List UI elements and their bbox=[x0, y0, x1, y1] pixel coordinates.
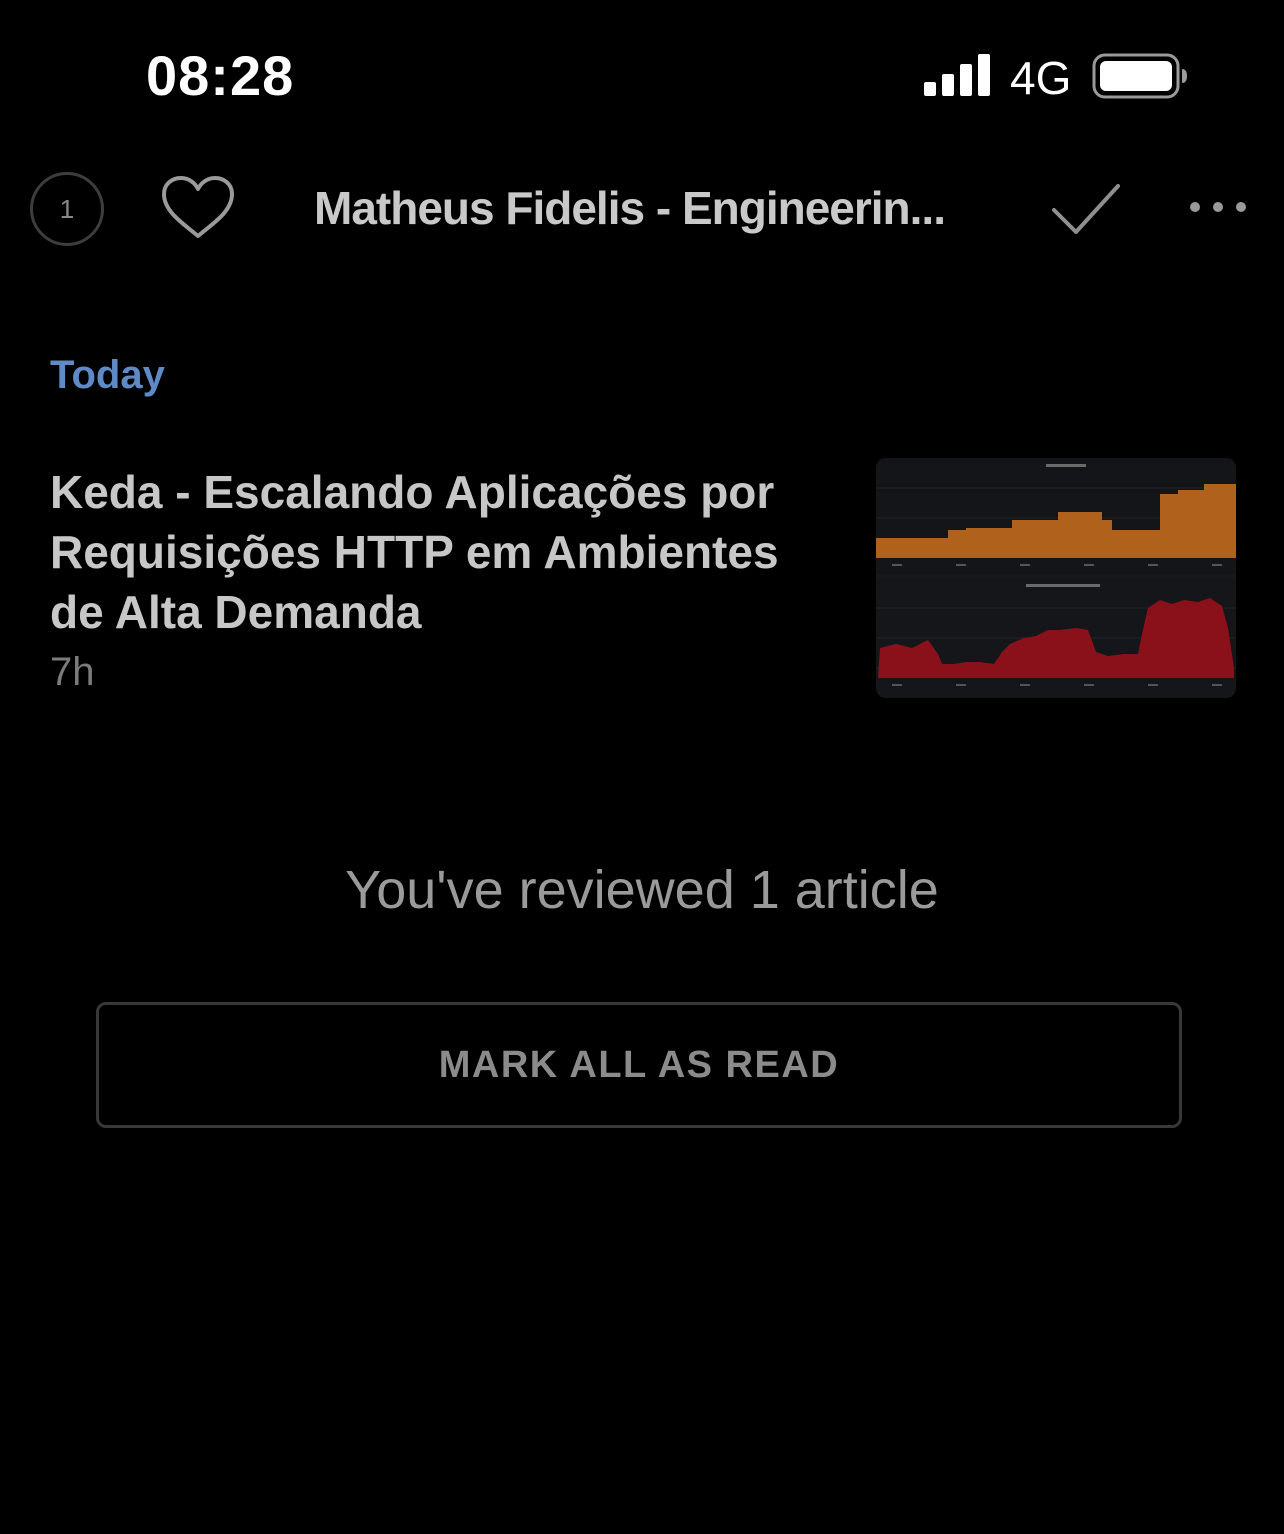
feed-title: Matheus Fidelis - Engineerin... bbox=[314, 182, 946, 234]
article-thumbnail-image bbox=[876, 458, 1236, 698]
mark-all-as-read-button[interactable]: MARK ALL AS READ bbox=[96, 1002, 1182, 1128]
status-time: 08:28 bbox=[146, 44, 295, 107]
heart-icon[interactable] bbox=[160, 174, 236, 240]
unread-count: 1 bbox=[59, 193, 75, 224]
reviewed-count-text: You've reviewed 1 article bbox=[345, 860, 939, 920]
signal-icon bbox=[924, 54, 990, 96]
network-label: 4G bbox=[1010, 52, 1072, 104]
section-label-today: Today bbox=[50, 353, 165, 397]
unread-count-badge[interactable]: 1 bbox=[30, 172, 104, 246]
article-age: 7h bbox=[50, 650, 95, 694]
check-icon[interactable] bbox=[1050, 180, 1122, 236]
article-item[interactable]: Keda - Escalando Aplicações por Requisiç… bbox=[50, 458, 1236, 704]
battery-icon bbox=[1092, 53, 1187, 99]
more-icon[interactable] bbox=[1186, 194, 1250, 220]
article-title: Keda - Escalando Aplicações por Requisiç… bbox=[50, 466, 779, 638]
